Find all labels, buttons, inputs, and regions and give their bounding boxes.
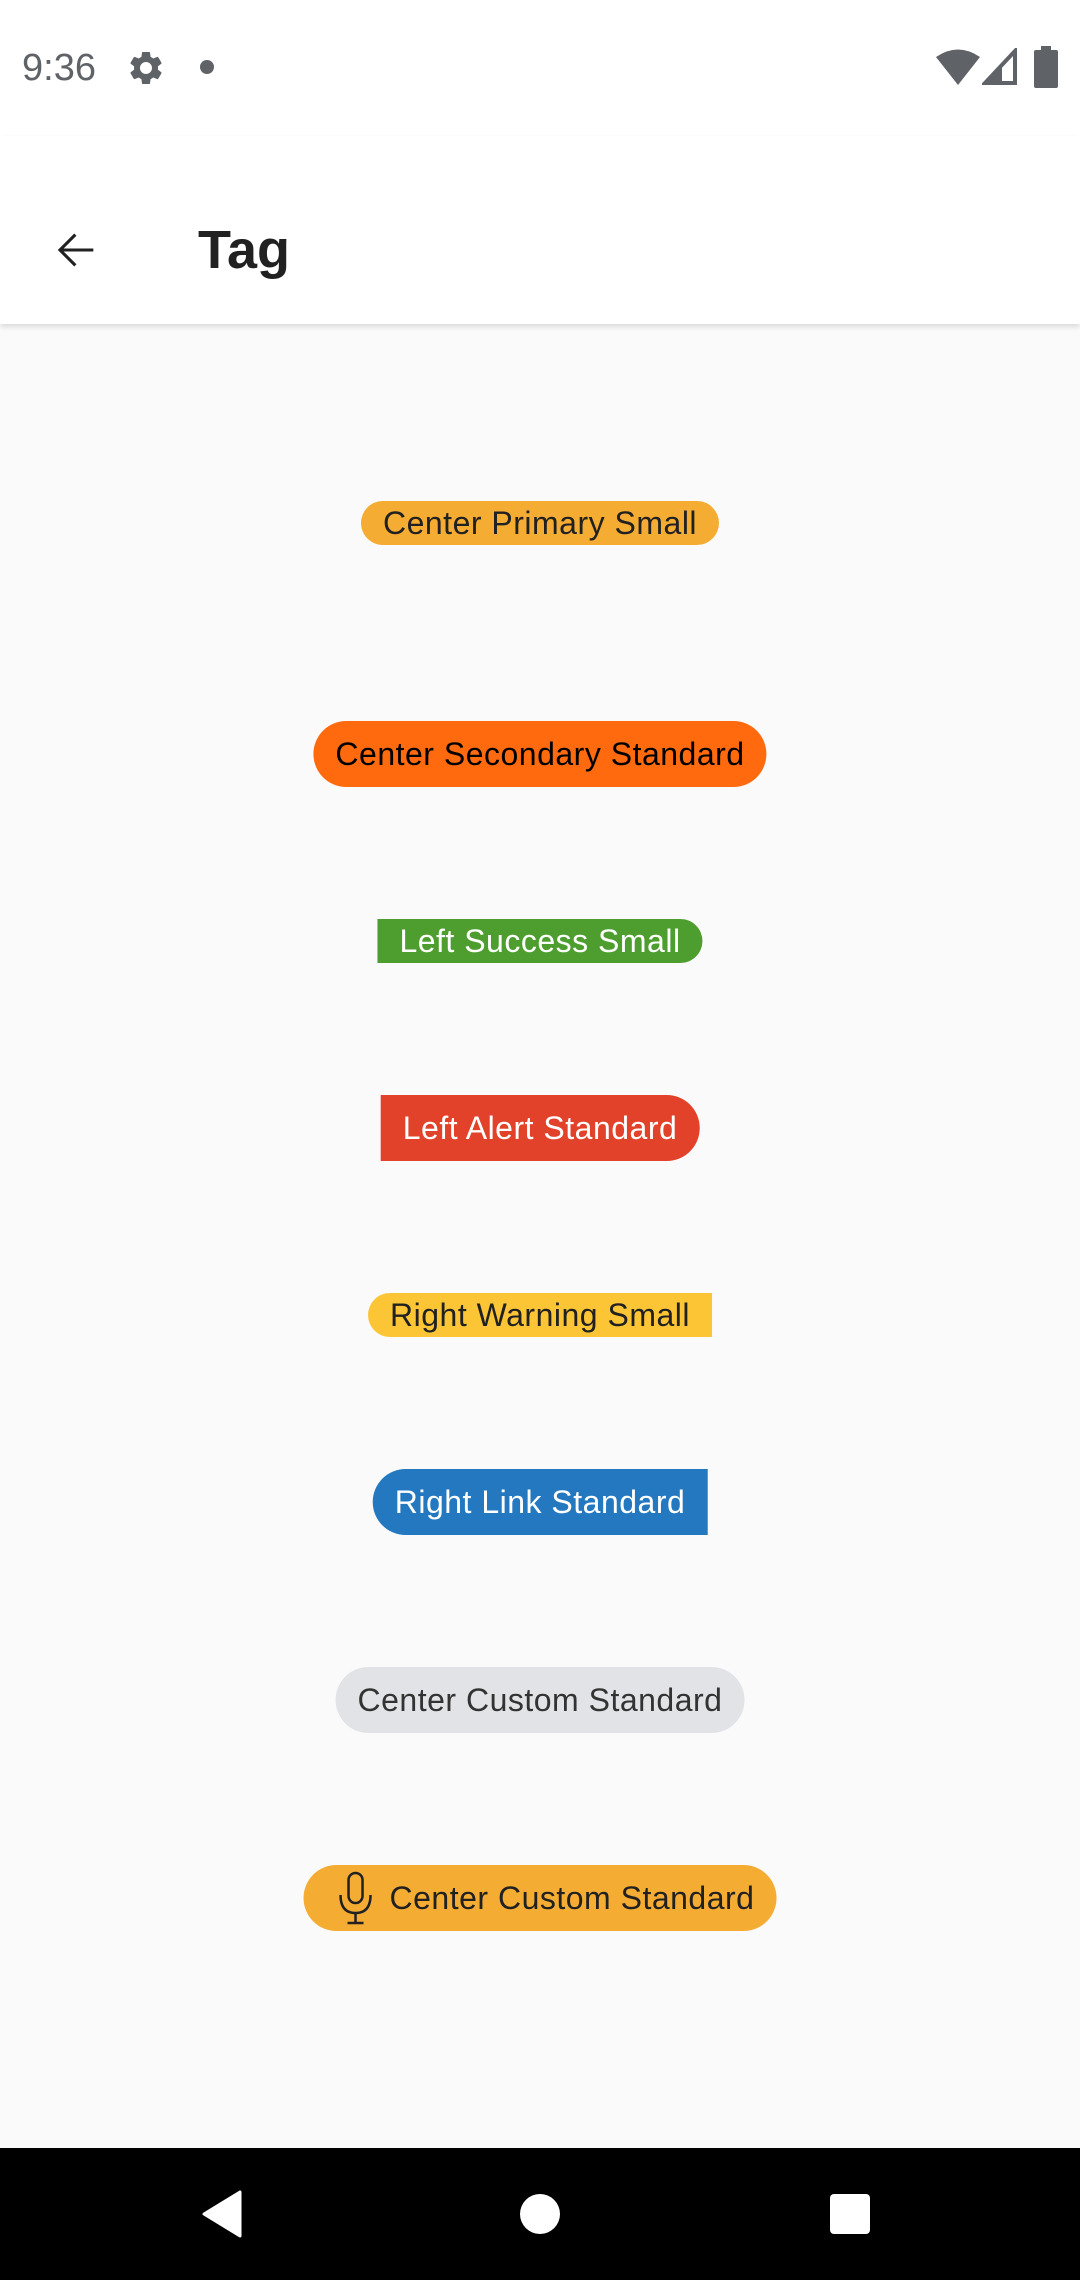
tag-showcase: Center Primary Small Center Secondary St… xyxy=(0,324,1080,2148)
tag-left-success-small: Left Success Small xyxy=(377,919,703,963)
app-bar: Tag xyxy=(0,136,1080,324)
status-time: 9:36 xyxy=(22,47,96,89)
tag-label: Center Primary Small xyxy=(382,505,698,541)
tag-label: Center Custom Standard xyxy=(389,1880,755,1916)
home-circle-icon[interactable] xyxy=(520,2194,560,2234)
tag-left-alert-standard: Left Alert Standard xyxy=(380,1095,700,1161)
microphone-icon xyxy=(339,1871,372,1925)
notification-dot-icon xyxy=(200,60,214,74)
tag-label: Left Success Small xyxy=(399,923,681,959)
battery-icon xyxy=(1034,46,1058,88)
navigation-bar xyxy=(0,2148,1080,2280)
tag-center-primary-small: Center Primary Small xyxy=(360,501,720,545)
tag-label: Right Link Standard xyxy=(394,1484,686,1520)
tag-center-custom-standard: Center Custom Standard xyxy=(335,1667,745,1733)
status-bar: 9:36 xyxy=(0,0,1080,136)
signal-icon xyxy=(982,48,1017,85)
tag-center-secondary-standard: Center Secondary Standard xyxy=(313,721,767,787)
tag-right-link-standard: Right Link Standard xyxy=(372,1469,708,1535)
tag-label: Right Warning Small xyxy=(390,1297,690,1333)
tag-right-warning-small: Right Warning Small xyxy=(368,1293,712,1337)
back-button[interactable] xyxy=(36,210,116,290)
tag-label: Center Secondary Standard xyxy=(335,736,745,772)
tag-label: Left Alert Standard xyxy=(402,1110,678,1146)
recents-square-icon[interactable] xyxy=(830,2194,870,2234)
page-title: Tag xyxy=(198,220,290,280)
back-triangle-icon[interactable] xyxy=(200,2190,248,2238)
arrow-left-icon xyxy=(57,233,94,267)
gear-icon xyxy=(130,51,162,84)
tag-label: Center Custom Standard xyxy=(357,1682,723,1718)
tag-center-custom-icon-standard: Center Custom Standard xyxy=(303,1865,777,1931)
wifi-icon xyxy=(936,49,980,85)
